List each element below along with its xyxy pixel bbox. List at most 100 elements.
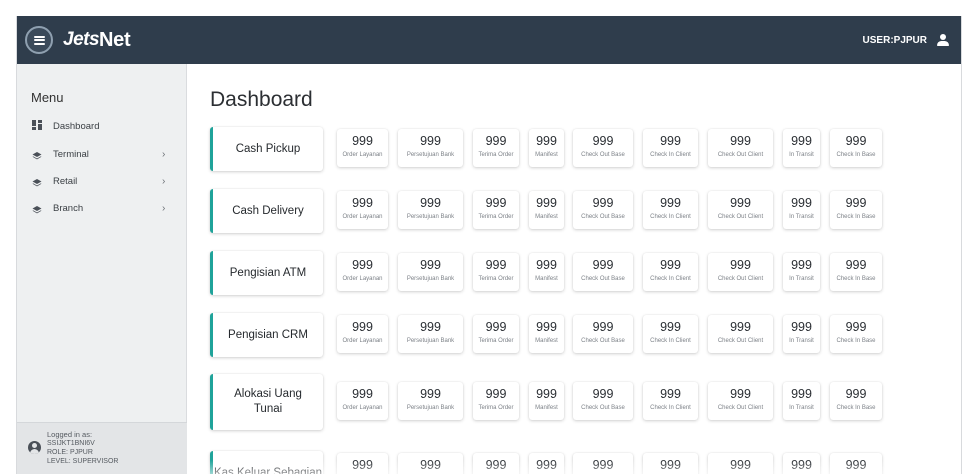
stat-label: Order Layanan xyxy=(342,214,383,220)
stat-card[interactable]: 999 In Transit xyxy=(783,315,820,353)
stat-card[interactable]: 999Check Out Base xyxy=(573,382,633,420)
stat-card[interactable]: 999Check In Client xyxy=(643,453,698,474)
stat-card[interactable]: 999Manifest xyxy=(529,453,564,474)
category-card[interactable]: Alokasi Uang Tunai xyxy=(210,374,323,430)
stat-card[interactable]: 999Persetujuan Bank xyxy=(398,453,463,474)
stat-card[interactable]: 999Manifest xyxy=(529,191,564,229)
stat-value: 999 xyxy=(660,134,681,148)
stat-card[interactable]: 999Check Out Client xyxy=(708,382,773,420)
hamburger-icon xyxy=(33,35,45,45)
stat-card[interactable]: 999Persetujuan Bank xyxy=(398,315,463,353)
stat-card[interactable]: 999Persetujuan Bank xyxy=(398,191,463,229)
stat-card[interactable]: 999Terima Order xyxy=(473,382,519,420)
sidebar-item-retail[interactable]: Retail › xyxy=(17,171,187,191)
stat-value: 999 xyxy=(791,320,812,334)
stat-card[interactable]: 999Check In Base xyxy=(830,253,882,291)
stat-card[interactable]: 999Persetujuan Bank xyxy=(398,129,463,167)
layers-icon xyxy=(32,202,42,214)
stat-card[interactable]: 999Manifest xyxy=(529,129,564,167)
stat-card[interactable]: 999Check Out Client xyxy=(708,453,773,474)
category-card[interactable]: Cash Delivery xyxy=(210,189,323,233)
stat-card[interactable]: 999Check Out Base xyxy=(573,129,633,167)
stat-card[interactable]: 999Check In Client xyxy=(643,253,698,291)
stat-card[interactable]: 999Manifest xyxy=(529,382,564,420)
stat-card[interactable]: 999Check Out Base xyxy=(573,191,633,229)
stat-value: 999 xyxy=(791,458,812,472)
stat-card[interactable]: 999Terima Order xyxy=(473,129,519,167)
stat-value: 999 xyxy=(352,196,373,210)
stat-value: 999 xyxy=(352,258,373,272)
stat-value: 999 xyxy=(420,387,441,401)
stat-card[interactable]: 999Order Layanan xyxy=(337,253,388,291)
stat-card[interactable]: 999Check In Client xyxy=(643,129,698,167)
stat-card[interactable]: 999Check Out Base xyxy=(573,453,633,474)
jetsnet-logo[interactable]: Jets Net xyxy=(63,27,131,53)
stat-label: Check In Base xyxy=(836,405,876,411)
category-card[interactable]: Pengisian ATM xyxy=(210,251,323,295)
stat-card[interactable]: 999Check In Client xyxy=(643,382,698,420)
stat-card[interactable]: 999In Transit xyxy=(783,382,820,420)
menu-toggle-button[interactable] xyxy=(25,26,53,54)
stat-value: 999 xyxy=(485,134,507,148)
stat-card[interactable]: 999In Transit xyxy=(783,253,820,291)
stat-card[interactable]: 999Check In Client xyxy=(643,191,698,229)
stat-label: Check In Client xyxy=(650,276,691,282)
category-card[interactable]: Pengisian CRM xyxy=(210,313,323,357)
sidebar-item-label: Retail xyxy=(53,175,78,187)
stat-card[interactable]: 999Terima Order xyxy=(473,253,519,291)
stat-value: 999 xyxy=(420,196,441,210)
stat-value: 999 xyxy=(485,320,507,334)
stat-card[interactable]: 999In Transit xyxy=(783,129,820,167)
stat-card[interactable]: 999Persetujuan Bank xyxy=(398,253,463,291)
sidebar-item-terminal[interactable]: Terminal › xyxy=(17,144,187,164)
stat-label: Check In Base xyxy=(836,276,876,282)
stat-card[interactable]: 999Terima Order xyxy=(473,315,519,353)
stat-card[interactable]: 999Check Out Client xyxy=(708,315,773,353)
stat-label: Terima Order xyxy=(478,276,514,282)
stat-card[interactable]: 999Check Out Client xyxy=(708,191,773,229)
stat-label: Terima Order xyxy=(478,405,514,411)
stat-card[interactable]: 999Check In Base xyxy=(830,315,882,353)
stat-value: 999 xyxy=(592,196,614,210)
stat-card[interactable]: 999Check In Client xyxy=(643,315,698,353)
sidebar-item-dashboard[interactable]: Dashboard xyxy=(17,116,187,136)
stat-card[interactable]: 999Check Out Base xyxy=(573,253,633,291)
stat-card[interactable]: 999Terima Order xyxy=(473,191,519,229)
stat-card[interactable]: 999Check In Base xyxy=(830,191,882,229)
category-card[interactable]: Kas Keluar Sebagian xyxy=(210,451,323,474)
sidebar-item-branch[interactable]: Branch › xyxy=(17,198,187,218)
stat-card[interactable]: 999In Transit xyxy=(783,453,820,474)
stat-value: 999 xyxy=(420,320,441,334)
stat-card[interactable]: 999Persetujuan Bank xyxy=(398,382,463,420)
stat-value: 999 xyxy=(536,258,557,272)
stat-value: 999 xyxy=(845,196,867,210)
stat-card[interactable]: 999Check Out Base xyxy=(573,315,633,353)
account-info-text: Logged in as: SSIJKT1BNI6V ROLE: PJPUR L… xyxy=(47,430,118,466)
stat-card[interactable]: 999Check Out Client xyxy=(708,253,773,291)
user-menu[interactable]: USER:PJPUR xyxy=(863,30,949,50)
stat-card[interactable]: 999Order Layanan xyxy=(337,315,388,353)
stat-card[interactable]: 999Order Layanan xyxy=(337,129,388,167)
stat-value: 999 xyxy=(845,320,867,334)
stat-value: 999 xyxy=(730,387,751,401)
main-content: Dashboard Cash Pickup 999 Order Layanan 999… xyxy=(188,64,961,474)
stat-card[interactable]: 999Check Out Client xyxy=(708,129,773,167)
stat-card[interactable]: 999Manifest xyxy=(529,315,564,353)
stat-value: 999 xyxy=(660,458,681,472)
stat-value: 999 xyxy=(352,458,373,472)
stat-card[interactable]: 999Order Layanan xyxy=(337,382,388,420)
stat-card[interactable]: 999Check In Base xyxy=(830,382,882,420)
account-info-panel: Logged in as: SSIJKT1BNI6V ROLE: PJPUR L… xyxy=(17,422,187,474)
stat-card[interactable]: 999Terima Order xyxy=(473,453,519,474)
stat-label: Manifest xyxy=(535,214,558,220)
stat-card[interactable]: 999In Transit xyxy=(783,191,820,229)
stat-card[interactable]: 999Order Layanan xyxy=(337,453,388,474)
stat-card[interactable]: 999 Order Layanan xyxy=(337,191,388,229)
stat-card[interactable]: 999Check In Base xyxy=(830,129,882,167)
stat-label: In Transit xyxy=(789,338,814,344)
chevron-right-icon: › xyxy=(162,202,166,214)
category-card[interactable]: Cash Pickup xyxy=(210,127,323,171)
stat-card[interactable]: 999Manifest xyxy=(529,253,564,291)
stat-value: 999 xyxy=(420,134,441,148)
stat-card[interactable]: 999Check In Base xyxy=(830,453,882,474)
